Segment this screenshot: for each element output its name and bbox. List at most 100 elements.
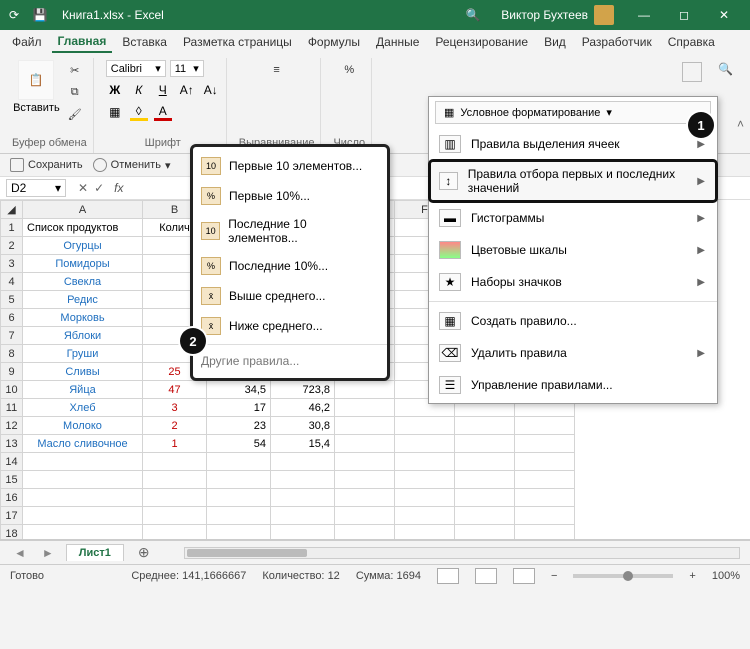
cell[interactable] (335, 471, 395, 489)
cond-fmt-header-button[interactable]: ▦ Условное форматирование ▾ (435, 101, 711, 124)
fx-icon[interactable]: fx (110, 181, 127, 195)
cell[interactable] (271, 471, 335, 489)
cell[interactable]: Список продуктов (23, 219, 143, 237)
cell[interactable]: 46,2 (271, 399, 335, 417)
horizontal-scrollbar[interactable] (184, 547, 740, 559)
scroll-thumb[interactable] (187, 549, 307, 557)
cell[interactable]: Молоко (23, 417, 143, 435)
row-header[interactable]: 18 (1, 525, 23, 541)
menu-review[interactable]: Рецензирование (429, 32, 534, 52)
row-header[interactable]: 15 (1, 471, 23, 489)
cut-button[interactable]: ✂ (66, 60, 83, 80)
menu-page-layout[interactable]: Разметка страницы (177, 32, 298, 52)
top-bottom-rules-item[interactable]: ↕ Правила отбора первых и последних знач… (429, 160, 717, 202)
row-header[interactable]: 6 (1, 309, 23, 327)
cell[interactable] (143, 489, 207, 507)
cell[interactable]: Редис (23, 291, 143, 309)
cell[interactable] (143, 471, 207, 489)
user-account[interactable]: Виктор Бухтеев (501, 5, 614, 25)
cell[interactable]: 30,8 (271, 417, 335, 435)
zoom-slider[interactable] (573, 574, 673, 578)
cell[interactable]: 47 (143, 381, 207, 399)
bold-button[interactable]: Ж (106, 81, 124, 99)
cell[interactable]: Масло сливочное (23, 435, 143, 453)
row-header[interactable]: 13 (1, 435, 23, 453)
cell[interactable] (455, 471, 515, 489)
cell[interactable]: Свекла (23, 273, 143, 291)
cell[interactable] (455, 417, 515, 435)
save-button[interactable]: Сохранить (10, 158, 83, 172)
row-header[interactable]: 17 (1, 507, 23, 525)
cell[interactable] (395, 435, 455, 453)
next-sheet-icon[interactable]: ► (38, 546, 58, 560)
row-header[interactable]: 12 (1, 417, 23, 435)
cell[interactable] (207, 471, 271, 489)
table-styles-icon[interactable] (682, 62, 702, 82)
cell[interactable] (143, 525, 207, 541)
cell[interactable] (335, 489, 395, 507)
add-sheet-button[interactable]: ⊕ (132, 544, 156, 561)
close-button[interactable]: ✕ (704, 0, 744, 30)
maximize-button[interactable]: ◻ (664, 0, 704, 30)
cell[interactable] (143, 507, 207, 525)
fill-color-button[interactable]: ◊ (130, 103, 148, 121)
minimize-button[interactable]: ― (624, 0, 664, 30)
bottom-10-percent[interactable]: %Последние 10%... (193, 251, 387, 281)
cell[interactable] (455, 435, 515, 453)
cancel-formula-icon[interactable]: ✕ (78, 181, 88, 195)
prev-sheet-icon[interactable]: ◄ (10, 546, 30, 560)
cell[interactable] (271, 525, 335, 541)
increase-font-button[interactable]: A↑ (178, 81, 196, 99)
clear-rules-item[interactable]: ⌫ Удалить правила ▶ (429, 337, 717, 369)
normal-view-button[interactable] (437, 568, 459, 584)
undo-button[interactable]: Отменить▾ (93, 158, 171, 172)
menu-formulas[interactable]: Формулы (302, 32, 366, 52)
font-name-select[interactable]: Calibri▾ (106, 60, 166, 77)
cell[interactable]: Сливы (23, 363, 143, 381)
cell[interactable] (395, 525, 455, 541)
cell[interactable]: Яйца (23, 381, 143, 399)
cell[interactable] (271, 507, 335, 525)
row-header[interactable]: 10 (1, 381, 23, 399)
zoom-in-button[interactable]: + (689, 570, 695, 582)
menu-home[interactable]: Главная (52, 31, 113, 53)
top-10-percent[interactable]: %Первые 10%... (193, 181, 387, 211)
zoom-thumb[interactable] (623, 571, 633, 581)
menu-insert[interactable]: Вставка (116, 32, 173, 52)
cell[interactable] (395, 471, 455, 489)
row-header[interactable]: 2 (1, 237, 23, 255)
cell[interactable] (207, 525, 271, 541)
search-icon[interactable]: 🔍 (465, 7, 481, 23)
cell[interactable] (395, 507, 455, 525)
cell[interactable]: 17 (207, 399, 271, 417)
cell[interactable] (335, 417, 395, 435)
data-bars-item[interactable]: ▬ Гистограммы ▶ (429, 202, 717, 234)
cell[interactable] (515, 435, 575, 453)
cell[interactable]: 15,4 (271, 435, 335, 453)
paste-button[interactable]: 📋 (18, 60, 54, 100)
cell[interactable]: 34,5 (207, 381, 271, 399)
underline-button[interactable]: Ч (154, 81, 172, 99)
cell[interactable] (395, 453, 455, 471)
cell[interactable] (335, 435, 395, 453)
top-10-items[interactable]: 10Первые 10 элементов... (193, 151, 387, 181)
cell[interactable] (23, 489, 143, 507)
cell[interactable] (395, 417, 455, 435)
icon-sets-item[interactable]: ★ Наборы значков ▶ (429, 266, 717, 298)
cell[interactable] (271, 489, 335, 507)
cell[interactable] (515, 525, 575, 541)
cell[interactable] (23, 525, 143, 541)
font-color-button[interactable]: A (154, 103, 172, 121)
cell[interactable]: 1 (143, 435, 207, 453)
cell[interactable] (335, 399, 395, 417)
cell[interactable] (23, 507, 143, 525)
cell[interactable] (335, 453, 395, 471)
row-header[interactable]: 4 (1, 273, 23, 291)
cell[interactable]: Помидоры (23, 255, 143, 273)
enter-formula-icon[interactable]: ✓ (94, 181, 104, 195)
cell[interactable] (515, 489, 575, 507)
cell[interactable] (335, 381, 395, 399)
manage-rules-item[interactable]: ☰ Управление правилами... (429, 369, 717, 401)
font-size-select[interactable]: 11▾ (170, 60, 204, 77)
row-header[interactable]: 8 (1, 345, 23, 363)
